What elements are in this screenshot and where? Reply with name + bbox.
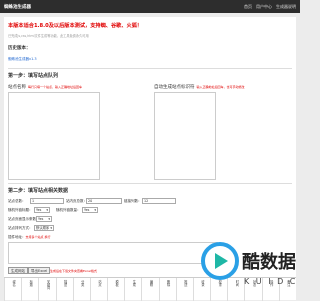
app-title: 蜘蛛池生成器 [4,5,31,10]
table-header-text: 站点 [97,280,102,287]
generate-button[interactable]: 生成网站 [8,267,28,274]
site-ids-textarea[interactable] [154,92,216,180]
cols-input[interactable]: 12 [142,198,176,204]
site-count-label: 站点总数： [8,199,26,203]
top-bar: 蜘蛛池生成器 首页 用户中心 生成器说明 [0,0,300,13]
top-link-help[interactable]: 生成器说明 [276,4,296,10]
random-link-select[interactable]: Yes [82,207,98,213]
version-link[interactable]: 蜘蛛池生成器v1.3 [8,57,37,62]
table-header-text: 编辑 [148,280,153,287]
page-limit-select[interactable]: Yes [36,216,52,222]
table-header-cell: 域名 [4,278,22,301]
table-header-cell: 生成 [124,278,142,301]
random-title-label: 随机外链标题： [8,208,33,212]
history-title: 历史版本： [8,46,31,51]
table-header-cell: 推送 [175,278,194,301]
step1-title: 第一步：填写站点队列 [8,73,59,79]
divider [8,68,292,69]
top-links: 首页 用户中心 生成器说明 [244,4,296,10]
table-header-cell: 描述 [55,278,74,301]
pages-input[interactable]: 20 [86,198,122,204]
table-header-cell: 分类 [72,278,91,301]
page-limit-label: 站点页面显示条数： [8,217,40,221]
top-link-home[interactable]: 首页 [244,4,252,10]
sort-select[interactable]: 默认顺序 [34,225,54,231]
step2-title: 第二步：填写站点相关数据 [8,188,69,194]
notice-text: 本版本适合1.8.0及以后版本测试，支持蜘、谷歌、火狐！ [8,23,143,29]
random-title-select[interactable]: Yes [34,207,50,213]
plugin-label: 插件地址：支持多个站点 换行 [8,235,51,239]
table-header-text: 生成 [131,280,136,287]
main-panel: 本版本适合1.8.0及以后版本测试，支持蜘、谷歌、火狐！ 已完成js,css,h… [4,17,296,301]
export-note: 生成后在下载文件夹查看Excel格式 [50,269,97,273]
sort-label: 站点排列方式： [8,226,33,230]
table-header-cell: 关键词 [38,278,56,301]
sub-note: 已完成js,css,html文件生成等功能，此工具免费永久可用 [8,34,89,38]
table-header-text: 推送 [183,280,188,287]
keywords-textarea[interactable] [8,242,218,264]
top-link-user[interactable]: 用户中心 [256,4,272,10]
site-ids-label: 自动生成站点标识符 输入正确地址后回车，也可手动修改 [154,85,245,90]
watermark-cn: 酷数据 [242,251,296,273]
table-header-cell: 删除 [158,278,177,301]
random-link-label: 随机外链数量： [56,208,81,212]
divider [8,183,292,184]
watermark-logo: 酷数据 K U I D C [201,242,297,286]
watermark-en: K U I D C [244,277,297,286]
table-header-cell: 编辑 [141,278,159,301]
site-names-label: 站点名称 每行只填一个站点，输入正确地址后回车 [8,85,83,90]
table-header-cell: 标题 [21,278,39,301]
table-header-text: 模板 [114,280,119,287]
table-header-cell: 站点 [89,278,108,301]
table-header-text: 标题 [28,280,33,287]
export-button[interactable]: 导出Excel [28,267,51,274]
site-count-input[interactable]: 1 [30,198,64,204]
table-header-text: 删除 [166,280,171,287]
cols-label: 链接列数： [124,199,142,203]
table-header-cell: 模板 [107,278,125,301]
table-header-text: 关键词 [45,280,50,290]
pages-label: 站内页总数： [66,199,87,203]
site-names-textarea[interactable] [8,92,100,180]
table-header-text: 分类 [80,280,85,287]
table-header-text: 域名 [11,280,16,287]
table-header-text: 描述 [63,280,68,287]
